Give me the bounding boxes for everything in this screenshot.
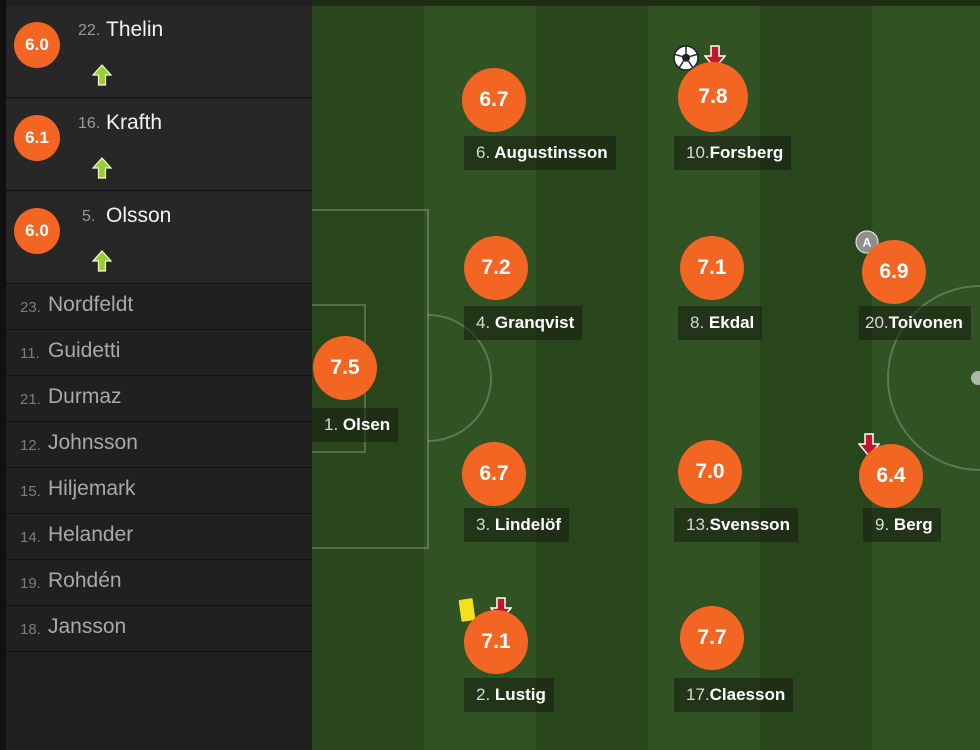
player-name: Guidetti xyxy=(48,339,121,362)
player-number: 4. xyxy=(476,313,491,332)
player-number: 16. xyxy=(78,115,101,132)
rating-badge: 6.7 xyxy=(462,68,526,132)
rating-badge: 6.0 xyxy=(14,22,60,68)
football-pitch: 7.5 1. Olsen 6.7 6. Augustinsson 7.2 4. … xyxy=(312,0,980,750)
bench-row[interactable]: 18. Jansson xyxy=(6,606,312,652)
player-number: 20. xyxy=(865,313,889,332)
player-number: 21. xyxy=(20,391,41,408)
sub-in-arrow-icon xyxy=(92,64,112,86)
rating-badge: 7.1 xyxy=(680,236,744,300)
bench-row[interactable]: 23. Nordfeldt xyxy=(6,284,312,330)
player-name: Lustig xyxy=(494,685,546,704)
player-name: Nordfeldt xyxy=(48,293,134,316)
player-number: 15. xyxy=(20,483,41,500)
player-name: Thelin xyxy=(106,18,164,41)
player-number: 17. xyxy=(686,685,710,704)
rating-badge: 6.1 xyxy=(14,115,60,161)
player-label: 3. Lindelöf xyxy=(464,508,570,542)
player-name: Krafth xyxy=(106,111,163,134)
sub-in-arrow-icon xyxy=(92,157,112,179)
player-name: Claesson xyxy=(709,685,786,704)
player-name: Johnsson xyxy=(48,431,138,454)
bench-row[interactable]: 21. Durmaz xyxy=(6,376,312,422)
bench-row[interactable]: 14. Helander xyxy=(6,514,312,560)
player-number: 12. xyxy=(20,437,41,454)
player-number: 9. xyxy=(875,515,890,534)
player-number: 6. xyxy=(476,143,491,162)
player-name: Olsen xyxy=(342,415,391,434)
rating-badge: 7.7 xyxy=(680,606,744,670)
player-number: 19. xyxy=(20,575,41,592)
player-name: Jansson xyxy=(48,615,127,638)
player-label: 9. Berg xyxy=(863,508,941,542)
player-name: Olsson xyxy=(106,204,172,227)
rating-badge: 7.0 xyxy=(678,440,742,504)
rating-badge: 6.4 xyxy=(859,444,923,508)
player-label: 6. Augustinsson xyxy=(464,136,616,170)
bench-row[interactable]: 19. Rohdén xyxy=(6,560,312,606)
player-label: 13.Svensson xyxy=(674,508,798,542)
player-name: Rohdén xyxy=(48,569,122,592)
player-number: 3. xyxy=(476,515,491,534)
player-name: Augustinsson xyxy=(494,143,608,162)
player-number: 11. xyxy=(20,345,40,362)
player-number: 8. xyxy=(690,313,705,332)
player-number: 23. xyxy=(20,299,41,316)
bench-row[interactable]: 11. Guidetti xyxy=(6,330,312,376)
player-label: 1. Olsen xyxy=(312,408,399,442)
player-name: Helander xyxy=(48,523,134,546)
rating-badge: 7.8 xyxy=(678,62,748,132)
rating-badge: 7.2 xyxy=(464,236,528,300)
center-spot xyxy=(971,371,980,385)
rating-badge: 7.5 xyxy=(313,336,377,400)
player-name: Lindelöf xyxy=(494,515,562,534)
player-number: 22. xyxy=(78,22,101,39)
substitute-row[interactable]: 6.0 5. Olsson xyxy=(6,192,312,284)
player-name: Granqvist xyxy=(494,313,575,332)
lineup-sidebar: 6.0 22. Thelin 6.1 16. Krafth 6.0 5. Ols… xyxy=(0,0,312,750)
rating-badge: 6.9 xyxy=(862,240,926,304)
player-number: 2. xyxy=(476,685,491,704)
player-label: 2. Lustig xyxy=(464,678,554,712)
player-label: 10.Forsberg xyxy=(674,136,792,170)
pitch-markings xyxy=(312,209,980,549)
rating-badge: 6.0 xyxy=(14,208,60,254)
player-name: Ekdal xyxy=(708,313,755,332)
player-number: 5. xyxy=(82,208,96,225)
player-label: 17.Claesson xyxy=(674,678,794,712)
player-number: 13. xyxy=(686,515,710,534)
player-number: 1. xyxy=(324,415,339,434)
sub-in-arrow-icon xyxy=(92,250,112,272)
player-label: 20.Toivonen xyxy=(859,306,971,340)
player-name: Svensson xyxy=(709,515,790,534)
rating-badge: 7.1 xyxy=(464,610,528,674)
player-name: Toivonen xyxy=(888,313,963,332)
bench-row[interactable]: 15. Hiljemark xyxy=(6,468,312,514)
player-name: Durmaz xyxy=(48,385,122,408)
assist-letter: A xyxy=(863,236,872,250)
player-name: Berg xyxy=(893,515,933,534)
player-number: 10. xyxy=(686,143,710,162)
substitute-row[interactable]: 6.1 16. Krafth xyxy=(6,99,312,191)
rating-badge: 6.7 xyxy=(462,442,526,506)
bench-row[interactable]: 12. Johnsson xyxy=(6,422,312,468)
player-label: 8. Ekdal xyxy=(678,306,763,340)
player-label: 4. Granqvist xyxy=(464,306,583,340)
player-name: Hiljemark xyxy=(48,477,136,500)
player-number: 14. xyxy=(20,529,41,546)
player-number: 18. xyxy=(20,621,41,638)
player-name: Forsberg xyxy=(709,143,784,162)
substitute-row[interactable]: 6.0 22. Thelin xyxy=(6,6,312,98)
